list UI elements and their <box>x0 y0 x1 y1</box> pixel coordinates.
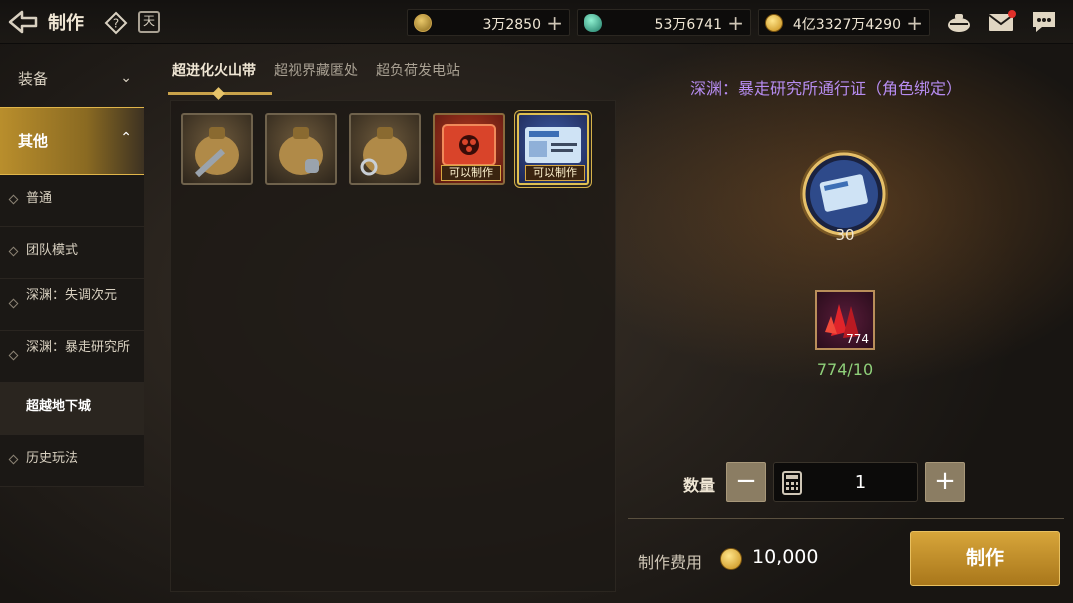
craft-cost-value: 10,000 <box>752 546 819 568</box>
increase-quantity-button[interactable]: + <box>925 462 965 502</box>
sidebar-item-label: 普通 <box>26 191 53 206</box>
back-arrow-icon[interactable] <box>6 8 40 36</box>
add-currency-button[interactable]: + <box>906 11 923 35</box>
currency-value: 53万6741 <box>654 17 722 33</box>
quantity-label: 数量 <box>683 476 716 495</box>
mail-icon[interactable] <box>988 10 1016 34</box>
result-quantity: 30 <box>835 226 855 244</box>
currency-crystal: 53万6741 + <box>577 9 751 36</box>
craft-cost-label: 制作费用 <box>638 553 703 572</box>
decrease-quantity-button[interactable]: − <box>726 462 766 502</box>
item-slot-pouch-sword[interactable] <box>181 113 253 185</box>
material-slot[interactable]: 774 <box>815 290 875 350</box>
divider <box>628 518 1064 519</box>
sidebar-item-normal[interactable]: 普通 <box>0 175 144 227</box>
quantity-field[interactable]: 1 <box>773 462 918 502</box>
svg-text:?: ? <box>113 17 119 31</box>
help-icon[interactable]: ? <box>104 11 128 35</box>
pot-icon[interactable] <box>946 10 972 34</box>
sidebar-item-label: 超越地下城 <box>26 399 92 414</box>
sidebar-item-label: 团队模式 <box>26 243 79 258</box>
category-sidebar: 装备 ⌄ 其他 ⌃ 普通 团队模式 深渊：失调次元 深渊：暴走研究所 超越地下城… <box>0 52 144 487</box>
sidebar-item-abyss-dimension[interactable]: 深渊：失调次元 <box>0 279 144 331</box>
item-slot-pouch-gauntlet[interactable] <box>265 113 337 185</box>
category-equipment[interactable]: 装备 ⌄ <box>0 52 144 107</box>
gold-coin-icon <box>720 548 742 570</box>
category-other[interactable]: 其他 ⌃ <box>0 107 144 175</box>
diamond-bullet-icon <box>8 246 19 257</box>
craftable-badge: 可以制作 <box>525 165 585 181</box>
diamond-bullet-icon <box>8 454 19 465</box>
pouch-icon <box>360 127 407 176</box>
chat-icon[interactable] <box>1031 10 1057 34</box>
quantity-value: 1 <box>854 472 867 493</box>
item-slot-red-ticket[interactable]: 可以制作 <box>433 113 505 185</box>
tab-volcano[interactable]: 超进化火山带 <box>172 60 256 80</box>
diamond-bullet-icon <box>8 298 19 309</box>
top-bar: 制作 ? 天 3万2850 + 53万6741 + 4亿3327万4290 + <box>0 0 1073 44</box>
craft-button[interactable]: 制作 <box>910 531 1060 586</box>
gold-token-icon <box>414 14 432 32</box>
sidebar-item-beyond-dungeon[interactable]: 超越地下城 <box>0 383 144 435</box>
currency-gold-token: 3万2850 + <box>407 9 570 36</box>
sidebar-item-history[interactable]: 历史玩法 <box>0 435 144 487</box>
sidebar-item-label: 深渊：失调次元 <box>26 288 118 303</box>
teal-crystal-icon <box>584 14 602 32</box>
diamond-bullet-icon <box>8 194 19 205</box>
category-label: 装备 <box>18 70 49 88</box>
currency-gold-coin: 4亿3327万4290 + <box>758 9 930 36</box>
item-slot-pouch-ring[interactable] <box>349 113 421 185</box>
item-slot-blue-pass[interactable]: 可以制作 <box>517 113 589 185</box>
craftable-badge: 可以制作 <box>441 165 501 181</box>
chevron-up-icon: ⌃ <box>120 130 132 146</box>
material-owned-quantity: 774 <box>846 332 869 346</box>
pouch-icon <box>194 127 239 178</box>
tab-hideout[interactable]: 超视界藏匿处 <box>274 60 358 80</box>
sidebar-item-raid[interactable]: 团队模式 <box>0 227 144 279</box>
gold-coin-icon <box>765 14 783 32</box>
diamond-bullet-icon <box>8 350 19 361</box>
material-progress: 774/10 <box>816 360 874 379</box>
recipe-grid: 可以制作 可以制作 <box>170 100 616 592</box>
currency-value: 4亿3327万4290 <box>792 17 901 33</box>
active-tab-marker <box>212 87 225 100</box>
chevron-down-icon: ⌄ <box>120 70 132 86</box>
tab-power-station[interactable]: 超负荷发电站 <box>376 60 460 80</box>
sidebar-item-label: 深渊：暴走研究所 <box>26 340 131 355</box>
sidebar-item-label: 历史玩法 <box>26 451 79 466</box>
add-currency-button[interactable]: + <box>727 11 744 35</box>
selected-item-title: 深渊：暴走研究所通行证（角色绑定） <box>690 79 963 98</box>
sidebar-item-abyss-lab[interactable]: 深渊：暴走研究所 <box>0 331 144 383</box>
category-label: 其他 <box>18 132 49 150</box>
page-title: 制作 <box>48 13 84 34</box>
pouch-icon <box>279 127 323 175</box>
calendar-icon[interactable]: 天 <box>138 11 160 33</box>
currency-value: 3万2850 <box>482 17 541 33</box>
add-currency-button[interactable]: + <box>546 11 563 35</box>
calculator-icon[interactable] <box>782 471 802 495</box>
